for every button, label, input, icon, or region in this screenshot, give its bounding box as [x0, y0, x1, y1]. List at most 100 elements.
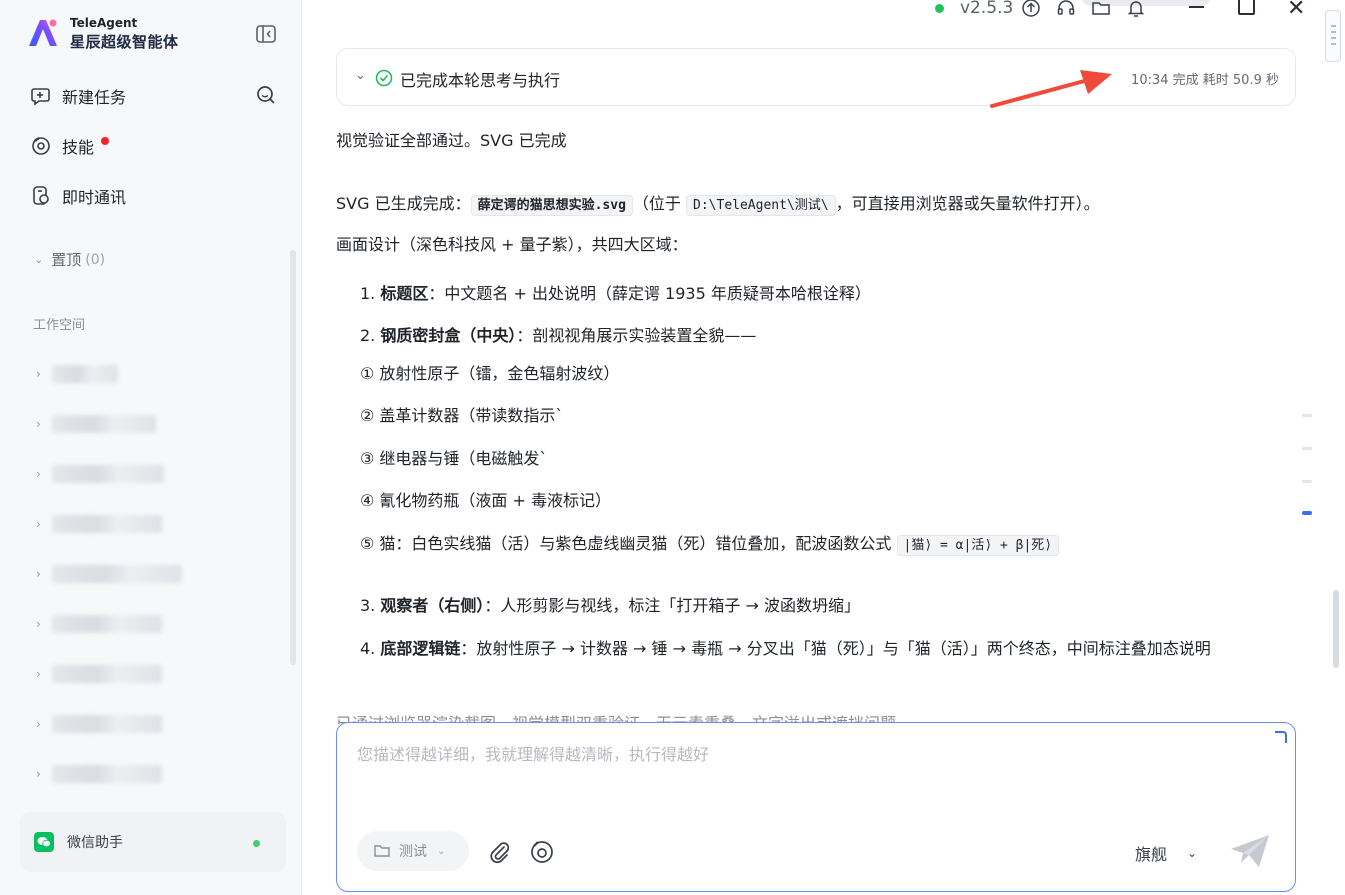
folder-icon[interactable]: [1091, 0, 1111, 18]
check-circle-icon: [375, 69, 393, 87]
chevron-down-icon: ⌄: [34, 253, 44, 266]
redacted-text: [52, 565, 182, 583]
list-item: 2. 钢质密封盒（中央）：剖视视角展示实验装置全貌——: [360, 323, 1290, 349]
message-input[interactable]: [357, 741, 1257, 801]
chevron-right-icon: ›: [36, 717, 41, 731]
maximize-button[interactable]: [1238, 0, 1255, 15]
list-number: 3.: [360, 596, 376, 615]
list-number: 2.: [360, 326, 376, 345]
nav-skills[interactable]: 技能: [30, 133, 109, 159]
svg-filename[interactable]: 薛定谔的猫思想实验.svg: [470, 195, 633, 216]
redacted-text: [52, 665, 162, 683]
bell-icon[interactable]: [1126, 0, 1146, 18]
list-item-title: 标题区: [380, 284, 429, 303]
cat-item-text: ⑤ 猫：白色实线猫（活）与紫色虚线幽灵猫（死）错位叠加，配波函数公式: [360, 534, 892, 553]
list-item-text: ：人形剪影与视线，标注「打开箱子 → 波函数坍缩」: [484, 596, 860, 615]
minimize-button[interactable]: [1189, 6, 1204, 8]
wechat-assistant[interactable]: 微信助手: [20, 812, 286, 872]
list-item-title: 底部逻辑链: [380, 639, 461, 658]
thinking-status-panel[interactable]: ⌄ 已完成本轮思考与执行 10:34 完成 耗时 50.9 秒: [336, 48, 1296, 106]
nav-new-task[interactable]: 新建任务: [30, 83, 126, 109]
redacted-text: [52, 765, 162, 783]
skills-icon: [32, 137, 50, 155]
pinned-label: 置顶: [51, 251, 82, 269]
thinking-status-title: 已完成本轮思考与执行: [400, 71, 561, 90]
list-number: 4.: [360, 639, 376, 658]
chevron-down-icon: ⌄: [1187, 846, 1198, 860]
workspace-item[interactable]: ›: [36, 514, 162, 534]
upload-icon[interactable]: [1021, 0, 1041, 18]
folder-selector[interactable]: 测试 ⌄: [357, 831, 469, 871]
model-name: 旗舰: [1135, 845, 1168, 864]
send-icon[interactable]: [1229, 833, 1271, 869]
chevron-right-icon: ›: [36, 417, 41, 431]
svg-result-line: SVG 已生成完成： 薛定谔的猫思想实验.svg （位于 D:\TeleAgent\…: [336, 192, 1296, 218]
completion-time: 10:34 完成 耗时 50.9 秒: [1131, 73, 1279, 88]
chevron-right-icon: ›: [36, 517, 41, 531]
svg-line-middle: （位于: [632, 194, 681, 213]
connection-status-dot: [935, 4, 944, 13]
minimap-handle[interactable]: [1325, 10, 1341, 62]
folder-name: 测试: [399, 844, 427, 860]
annotation-arrow-icon: [990, 70, 1112, 108]
workspace-item[interactable]: ›: [36, 414, 156, 434]
close-button[interactable]: ✕: [1287, 0, 1305, 21]
chevron-down-icon: ⌄: [437, 845, 446, 857]
sidebar: TeleAgent 星辰超级智能体 新建任务 技能 即时通讯 ⌄ 置顶 (0) …: [0, 0, 302, 895]
workspace-item[interactable]: ›: [36, 664, 162, 684]
skills-badge-dot: [101, 137, 109, 145]
list-item: 1. 标题区：中文题名 + 出处说明（薛定谔 1935 年质疑哥本哈根诠释）: [360, 281, 1290, 307]
chevron-right-icon: ›: [36, 767, 41, 781]
redacted-text: [52, 715, 162, 733]
paperclip-icon[interactable]: [487, 839, 513, 865]
screenshot-icon[interactable]: [529, 839, 555, 865]
message-nav-tick[interactable]: [1302, 447, 1312, 450]
messaging-icon: [33, 186, 49, 205]
workspace-item[interactable]: ›: [36, 764, 162, 784]
sub-list-item: ④ 氰化物药瓶（液面 + 毒液标记）: [360, 491, 612, 510]
nav-skills-label: 技能: [62, 138, 95, 157]
wechat-label: 微信助手: [67, 835, 123, 851]
nav-messaging-label: 即时通讯: [62, 188, 127, 207]
chevron-right-icon: ›: [36, 567, 41, 581]
workspace-item[interactable]: ›: [36, 364, 118, 384]
workspace-label: 工作空间: [33, 318, 86, 333]
expand-corner-icon[interactable]: [1275, 731, 1287, 743]
pinned-count: (0): [85, 251, 106, 268]
chevron-right-icon: ›: [36, 617, 41, 631]
online-status-dot: [253, 840, 260, 847]
design-summary: 画面设计（深色科技风 + 量子紫），共四大区域：: [336, 235, 688, 254]
message-nav-tick[interactable]: [1302, 414, 1312, 417]
workspace-item[interactable]: ›: [36, 464, 164, 484]
app-window: TeleAgent 星辰超级智能体 新建任务 技能 即时通讯 ⌄ 置顶 (0) …: [0, 0, 1345, 895]
chevron-right-icon: ›: [36, 367, 41, 381]
list-item-title: 观察者（右侧）: [380, 596, 485, 615]
list-item-text: ：中文题名 + 出处说明（薛定谔 1935 年质疑哥本哈根诠释）: [428, 284, 871, 303]
svg-line-suffix: ，可直接用浏览器或矢量软件打开）。: [835, 194, 1100, 213]
folder-icon: [374, 845, 390, 857]
sub-list-item-cat: ⑤ 猫：白色实线猫（活）与紫色虚线幽灵猫（死）错位叠加，配波函数公式 |猫⟩ =…: [360, 531, 1290, 559]
chevron-right-icon: ›: [36, 667, 41, 681]
list-item-text: ：放射性原子 → 计数器 → 锤 → 毒瓶 → 分叉出「猫（死）」与「猫（活）」…: [460, 639, 1211, 658]
nav-messaging[interactable]: 即时通讯: [30, 183, 126, 209]
brand-chinese: 星辰超级智能体: [70, 33, 179, 51]
workspace-item[interactable]: ›: [36, 714, 162, 734]
sidebar-scrollbar[interactable]: [290, 250, 296, 665]
nav-new-task-label: 新建任务: [62, 88, 127, 107]
search-icon[interactable]: [255, 84, 277, 106]
redacted-text: [52, 615, 162, 633]
workspace-item[interactable]: ›: [36, 614, 162, 634]
headset-icon[interactable]: [1056, 0, 1076, 18]
model-selector[interactable]: 旗舰 ⌄: [1135, 841, 1197, 865]
message-nav-tick-active[interactable]: [1302, 511, 1312, 515]
chevron-down-icon[interactable]: ⌄: [355, 68, 366, 83]
workspace-item[interactable]: ›: [36, 564, 182, 584]
brand-english: TeleAgent: [70, 16, 138, 30]
svg-path[interactable]: D:\TeleAgent\测试\: [686, 195, 836, 216]
pinned-section-toggle[interactable]: ⌄ 置顶 (0): [34, 249, 105, 270]
wave-function-formula[interactable]: |猫⟩ = α|活⟩ + β|死⟩: [896, 535, 1060, 556]
version-label: v2.5.3: [960, 0, 1014, 18]
message-nav-tick[interactable]: [1302, 480, 1312, 483]
chat-scrollbar-thumb[interactable]: [1333, 590, 1339, 668]
collapse-sidebar-icon[interactable]: [255, 23, 277, 45]
